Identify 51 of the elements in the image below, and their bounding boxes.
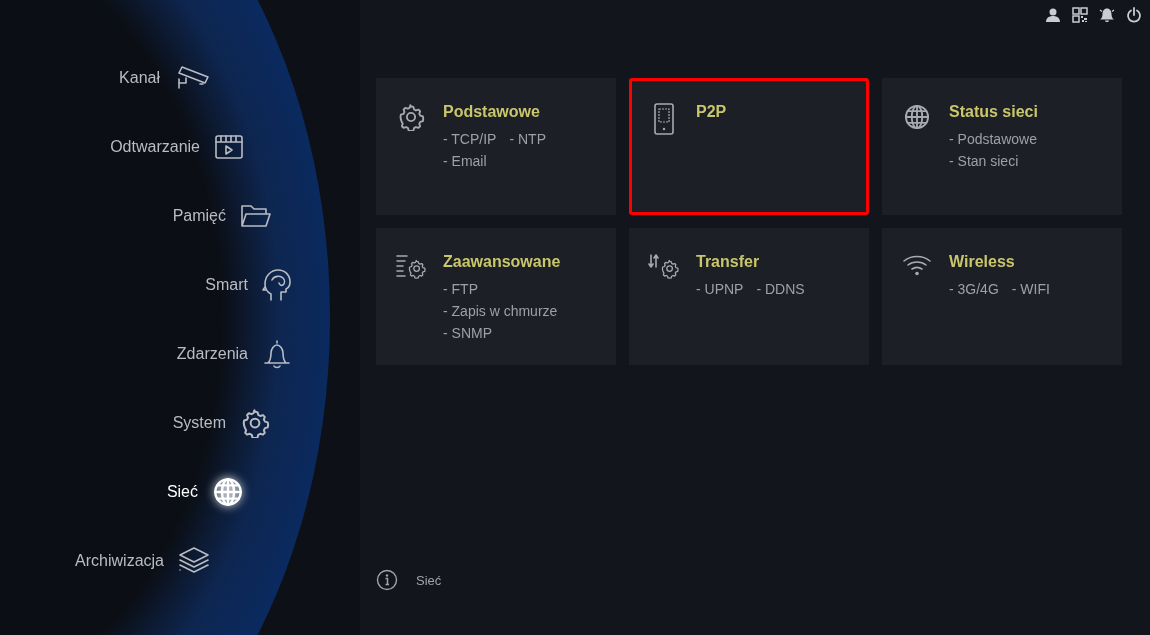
tile-title: Wireless [949,253,1016,271]
bell-icon [262,338,292,370]
video-clip-icon [214,133,244,161]
sidebar-item[interactable]: Odtwarzanie [0,129,244,165]
user-icon[interactable] [1045,7,1061,23]
sidebar-item[interactable]: System [0,405,270,441]
info-icon [376,569,398,591]
sidebar-item[interactable]: Sieć [0,474,244,510]
sub-item-link[interactable]: - Stan sieci [949,153,1019,169]
tile-title: Zaawansowane [443,253,561,271]
sub-item-link[interactable]: - TCP/IP [443,131,497,147]
settings-tile[interactable]: Zaawansowane - FTP - Zapis w chmurze - SNMP [376,228,616,365]
settings-tile[interactable]: Wireless - 3G/4G - WIFI [882,228,1122,365]
settings-tile[interactable]: P2P [629,78,869,215]
sub-item-link[interactable]: - SNMP [443,325,492,341]
sidebar-item[interactable]: Pamięć [0,198,272,234]
sub-item-link[interactable]: - UPNP [696,281,744,297]
sidebar-item[interactable]: Archiwizacja [0,543,210,579]
sidebar-item[interactable]: Zdarzenia [0,336,292,372]
settings-tile[interactable]: Podstawowe - TCP/IP - NTP - Email [376,78,616,215]
sub-item-link[interactable]: - WIFI [1011,281,1050,297]
qr-code-icon[interactable] [1072,7,1088,23]
sub-item-link[interactable]: - DDNS [756,281,805,297]
gear-icon [240,408,270,438]
power-icon[interactable] [1126,7,1142,23]
tile-title: P2P [696,103,727,121]
sub-item-link[interactable]: - Podstawowe [949,131,1037,147]
footer-text: Sieć [416,572,442,588]
layers-icon [178,546,210,576]
globe-icon [903,103,931,131]
sub-item-link[interactable]: - 3G/4G [949,281,999,297]
gear-icon [397,103,425,131]
globe-icon [212,476,244,508]
tile-title: Status sieci [949,103,1038,121]
sub-item-link[interactable]: - NTP [509,131,546,147]
list-gear-icon [395,253,427,281]
sidebar-item[interactable]: Smart [0,267,292,303]
alarm-bell-icon[interactable] [1099,7,1115,23]
tile-title: Podstawowe [443,103,541,121]
head-icon [262,268,292,302]
folder-icon [240,203,272,229]
wifi-icon [902,253,932,277]
settings-tile[interactable]: Status sieci - Podstawowe - Stan sieci [882,78,1122,215]
sidebar-item[interactable]: Kanał [0,60,210,96]
settings-tile[interactable]: Transfer - UPNP - DDNS [629,228,869,365]
arrows-gear-icon [648,253,680,281]
phone-qr-icon [653,103,675,135]
sub-item-link[interactable]: - Email [443,153,487,169]
tile-title: Transfer [696,253,761,271]
sub-item-link[interactable]: - Zapis w chmurze [443,303,558,319]
sub-item-link[interactable]: - FTP [443,281,478,297]
